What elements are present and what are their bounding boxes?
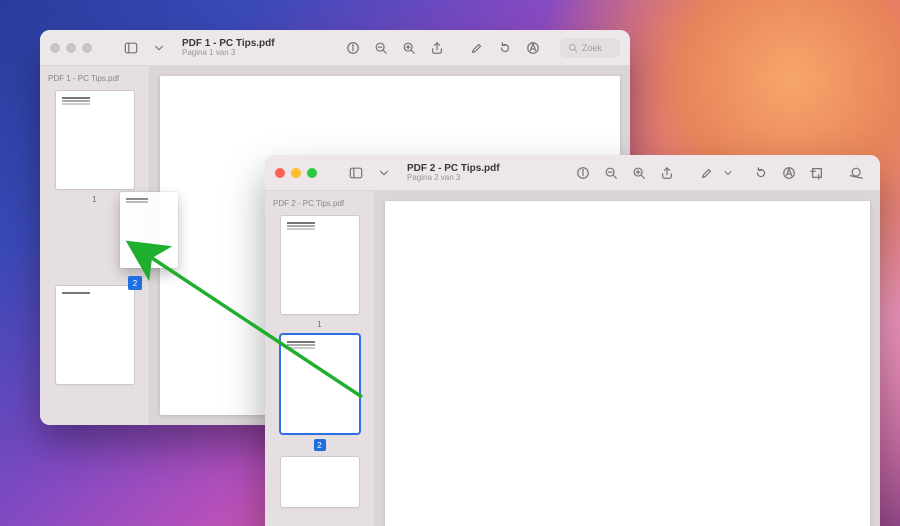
- title-block: PDF 2 - PC Tips.pdf Pagina 2 van 3: [407, 163, 500, 183]
- sidebar-icon: [349, 166, 363, 180]
- rotate-button[interactable]: [748, 162, 774, 184]
- crop-button[interactable]: [804, 162, 830, 184]
- close-dot[interactable]: [275, 168, 285, 178]
- thumbnail-page[interactable]: [56, 91, 134, 189]
- highlight-menu-button[interactable]: [722, 162, 734, 184]
- info-icon: [346, 41, 360, 55]
- zoom-in-icon: [402, 41, 416, 55]
- highlighter-icon: [700, 166, 714, 180]
- zoom-in-button[interactable]: [396, 37, 422, 59]
- sidebar-document-label: PDF 2 - PC Tips.pdf: [265, 197, 374, 212]
- desktop: PDF 1 - PC Tips.pdf Pagina 1 van 3 Zoek: [0, 0, 900, 526]
- thumbnail-page[interactable]: [281, 216, 359, 314]
- share-button[interactable]: [654, 162, 680, 184]
- share-icon: [430, 41, 444, 55]
- markup-icon: [526, 41, 540, 55]
- window-subtitle: Pagina 1 van 3: [182, 49, 275, 58]
- drag-count-badge: 2: [128, 276, 142, 290]
- info-button[interactable]: [340, 37, 366, 59]
- view-menu-button[interactable]: [152, 37, 166, 59]
- rotate-button[interactable]: [492, 37, 518, 59]
- crop-icon: [810, 166, 824, 180]
- window-title: PDF 2 - PC Tips.pdf: [407, 163, 500, 174]
- zoom-out-button[interactable]: [368, 37, 394, 59]
- chevron-down-icon: [722, 166, 734, 180]
- sidebar-document-label: PDF 1 - PC Tips.pdf: [40, 72, 149, 87]
- titlebar[interactable]: PDF 2 - PC Tips.pdf Pagina 2 van 3: [265, 155, 880, 191]
- zoom-in-icon: [632, 166, 646, 180]
- share-button[interactable]: [424, 37, 450, 59]
- toolbar-right: Zoek: [340, 37, 620, 59]
- thumbnail-page[interactable]: [281, 457, 359, 507]
- markup-button[interactable]: [520, 37, 546, 59]
- window-title: PDF 1 - PC Tips.pdf: [182, 38, 275, 49]
- sidebar-toggle-button[interactable]: [343, 162, 369, 184]
- markup-button[interactable]: [776, 162, 802, 184]
- traffic-lights: [50, 43, 92, 53]
- search-icon: [850, 166, 864, 180]
- zoom-dot[interactable]: [82, 43, 92, 53]
- sidebar-toggle-button[interactable]: [118, 37, 144, 59]
- traffic-lights: [275, 168, 317, 178]
- rotate-icon: [754, 166, 768, 180]
- zoom-out-icon: [604, 166, 618, 180]
- search-icon: [568, 43, 578, 53]
- markup-icon: [782, 166, 796, 180]
- thumbnail-page-badge: 2: [314, 439, 326, 451]
- share-icon: [660, 166, 674, 180]
- page-canvas[interactable]: [375, 191, 880, 526]
- pdf-page[interactable]: [385, 201, 870, 526]
- highlight-button[interactable]: [464, 37, 490, 59]
- close-dot[interactable]: [50, 43, 60, 53]
- thumbnail-sidebar[interactable]: PDF 2 - PC Tips.pdf 1 2: [265, 191, 375, 526]
- title-block: PDF 1 - PC Tips.pdf Pagina 1 van 3: [182, 38, 275, 58]
- zoom-dot[interactable]: [307, 168, 317, 178]
- zoom-in-button[interactable]: [626, 162, 652, 184]
- thumbnail-page-number: 1: [92, 195, 96, 204]
- toolbar-right: [570, 162, 870, 184]
- chevron-down-icon: [377, 166, 391, 180]
- info-button[interactable]: [570, 162, 596, 184]
- search-placeholder: Zoek: [582, 43, 602, 53]
- chevron-down-icon: [152, 41, 166, 55]
- thumbnail-page[interactable]: [281, 335, 359, 433]
- search-field[interactable]: Zoek: [560, 38, 620, 58]
- rotate-icon: [498, 41, 512, 55]
- thumbnail-page[interactable]: [56, 286, 134, 384]
- thumbnail-page-number: 1: [317, 320, 321, 329]
- sidebar-icon: [124, 41, 138, 55]
- info-icon: [576, 166, 590, 180]
- zoom-out-button[interactable]: [598, 162, 624, 184]
- minimize-dot[interactable]: [66, 43, 76, 53]
- highlight-button[interactable]: [694, 162, 720, 184]
- zoom-out-icon: [374, 41, 388, 55]
- preview-window-pdf2[interactable]: PDF 2 - PC Tips.pdf Pagina 2 van 3: [265, 155, 880, 526]
- titlebar[interactable]: PDF 1 - PC Tips.pdf Pagina 1 van 3 Zoek: [40, 30, 630, 66]
- view-menu-button[interactable]: [377, 162, 391, 184]
- dragged-thumbnail[interactable]: [120, 192, 178, 268]
- window-subtitle: Pagina 2 van 3: [407, 174, 500, 183]
- minimize-dot[interactable]: [291, 168, 301, 178]
- search-button[interactable]: [844, 162, 870, 184]
- highlighter-icon: [470, 41, 484, 55]
